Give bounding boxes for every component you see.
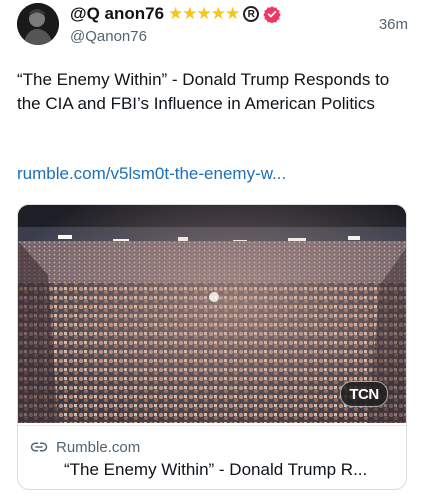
avatar[interactable] bbox=[17, 3, 59, 45]
registered-icon: R bbox=[243, 6, 260, 22]
link-icon bbox=[30, 442, 48, 452]
star-icon: ★ bbox=[168, 4, 184, 23]
star-icon: ★ bbox=[182, 4, 198, 23]
handle[interactable]: @Qanon76 bbox=[70, 28, 147, 45]
card-footer: Rumble.com “The Enemy Within” - Donald T… bbox=[18, 425, 406, 489]
timestamp: 36m bbox=[378, 16, 408, 33]
stars: ★ ★ ★ ★ ★ bbox=[168, 4, 241, 23]
tcn-watermark: TCN bbox=[340, 381, 388, 407]
star-icon: ★ bbox=[225, 4, 241, 23]
preview-image: TCN bbox=[18, 205, 406, 423]
card-title[interactable]: “The Enemy Within” - Donald Trump R... bbox=[64, 460, 398, 480]
name-row: @Q anon76 ★ ★ ★ ★ ★ R bbox=[70, 4, 281, 24]
avatar-image bbox=[17, 3, 59, 45]
post-text: “The Enemy Within” - Donald Trump Respon… bbox=[17, 70, 390, 113]
display-name[interactable]: @Q anon76 bbox=[70, 4, 164, 24]
link-preview-card[interactable]: TCN Rumble.com “The Enemy Within” - Dona… bbox=[17, 204, 407, 490]
card-domain: Rumble.com bbox=[56, 438, 141, 456]
card-domain-row: Rumble.com bbox=[30, 438, 140, 456]
post-link[interactable]: rumble.com/v5lsm0t-the-enemy-w... bbox=[17, 164, 286, 184]
verified-badge-icon bbox=[263, 6, 281, 23]
star-icon: ★ bbox=[196, 4, 212, 23]
star-icon: ★ bbox=[210, 4, 227, 23]
